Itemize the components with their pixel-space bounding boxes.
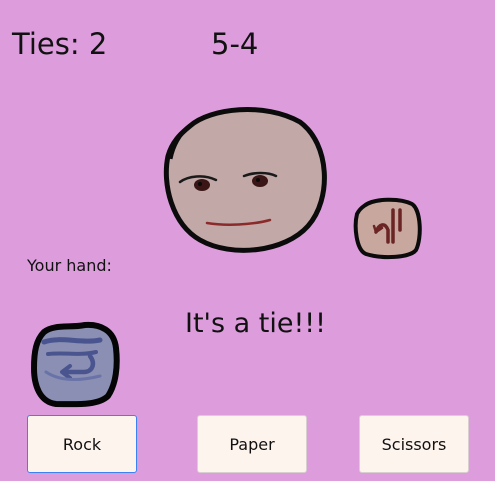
rock-fist-icon	[31, 321, 120, 408]
paper-button[interactable]: Paper	[197, 415, 307, 473]
ties-counter: Ties: 2	[12, 27, 108, 61]
your-hand-label: Your hand:	[27, 256, 112, 275]
score-display: 5-4	[211, 27, 259, 61]
opponent-fist-icon	[353, 197, 422, 260]
scissors-button[interactable]: Scissors	[359, 415, 469, 473]
rock-button[interactable]: Rock	[27, 415, 137, 473]
result-text: It's a tie!!!	[185, 308, 326, 339]
opponent-face-icon	[163, 107, 327, 253]
